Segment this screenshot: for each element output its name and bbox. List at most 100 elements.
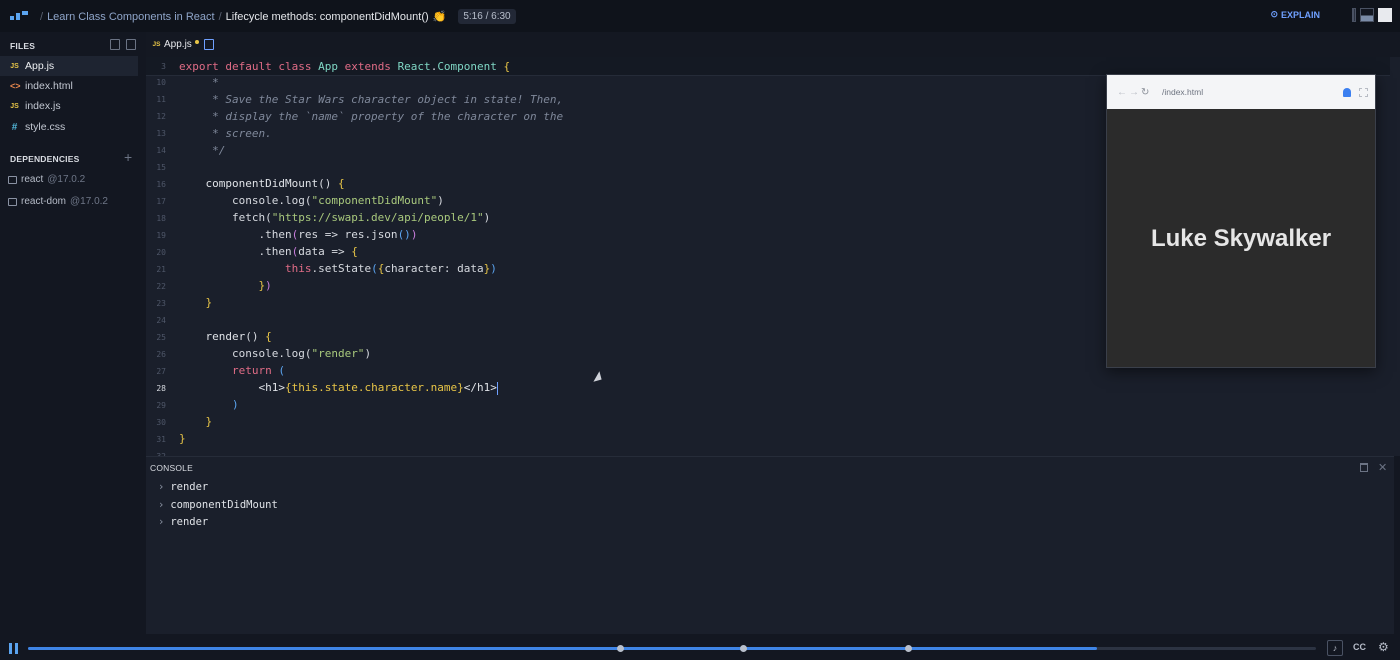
console-log-text: componentDidMount (170, 499, 278, 511)
line-number: 10 (156, 78, 166, 87)
preview-browser-bar: ← → ↻ /index.html (1107, 75, 1375, 109)
line-number: 20 (156, 248, 166, 257)
fullscreen-layout-toggle-icon[interactable] (1378, 8, 1392, 22)
file-sidebar: FILES JS App.js <> index.html JS index.j… (0, 32, 146, 636)
files-actions (110, 39, 136, 50)
package-icon (8, 197, 17, 206)
dependencies-header: DEPENDENCIES (10, 154, 80, 164)
console-title: CONSOLE (150, 463, 193, 473)
files-header: FILES (10, 41, 36, 51)
time-badge: 5:16 / 6:30 (458, 9, 516, 24)
line-number: 23 (156, 299, 166, 308)
explain-label: EXPLAIN (1280, 9, 1320, 20)
dependency-name: react-dom (21, 196, 67, 207)
line-number: 17 (156, 197, 166, 206)
file-item-index-html[interactable]: <> index.html (0, 76, 138, 96)
clap-emoji: 👏 (432, 11, 447, 23)
code-line: fetch("https://swapi.dev/api/people/1") (179, 211, 491, 224)
back-arrow-icon[interactable]: ← (1117, 87, 1127, 98)
chapter-marker[interactable] (904, 645, 912, 652)
code-line: * (179, 76, 219, 89)
captions-button[interactable]: CC (1353, 642, 1366, 652)
console-log-entry: › render (158, 481, 208, 493)
trash-icon[interactable] (1360, 463, 1368, 472)
js-file-icon: JS (152, 41, 161, 48)
tab-app-js[interactable]: JS App.js (152, 39, 199, 50)
line-number: 26 (156, 350, 166, 359)
line-number: 14 (156, 146, 166, 155)
line-number: 18 (156, 214, 166, 223)
new-tab-icon[interactable] (204, 39, 214, 50)
dependency-version: @17.0.2 (47, 174, 86, 185)
dependency-item-react-dom[interactable]: react-dom @17.0.2 (8, 196, 108, 207)
console-panel: CONSOLE ✕ › render › componentDidMount › re… (146, 456, 1394, 634)
line-number: 30 (156, 418, 166, 427)
line-number: 22 (156, 282, 166, 291)
console-log-entry: › render (158, 516, 208, 528)
new-file-icon[interactable] (110, 39, 120, 50)
breadcrumb-lesson-title: Lifecycle methods: componentDidMount() (225, 10, 429, 23)
file-label: index.html (25, 80, 73, 92)
preview-url-field[interactable]: /index.html (1154, 82, 1344, 102)
scrimba-logo-icon[interactable] (10, 11, 30, 21)
file-item-style-css[interactable]: # style.css (0, 117, 138, 137)
progress-track[interactable] (28, 645, 1316, 652)
line-number: 11 (156, 95, 166, 104)
code-line: console.log("render") (179, 347, 372, 360)
expand-icon[interactable] (1359, 88, 1368, 97)
dependency-version: @17.0.2 (70, 196, 108, 207)
line-number: 31 (156, 435, 166, 444)
code-line: componentDidMount() { (205, 177, 345, 190)
breadcrumb: / Learn Class Components in React / Life… (40, 9, 516, 24)
code-line: <h1>{this.state.character.name}</h1> (258, 381, 498, 395)
breadcrumb-separator: / (40, 10, 44, 23)
line-number: 24 (156, 316, 166, 325)
forward-arrow-icon[interactable]: → (1129, 87, 1139, 98)
code-line: * Save the Star Wars character object in… (179, 93, 564, 106)
new-folder-icon[interactable] (126, 39, 136, 50)
top-bar: / Learn Class Components in React / Life… (0, 0, 1400, 32)
code-line: render() { (205, 330, 272, 343)
code-line: } (205, 296, 213, 309)
preview-heading: Luke Skywalker (1150, 225, 1332, 252)
line-number: 28 (156, 384, 166, 393)
file-label: style.css (25, 121, 66, 133)
editor-tab-bar: JS App.js (146, 32, 1400, 57)
code-line: return ( (231, 364, 285, 377)
split-layout-toggle-icon[interactable] (1360, 8, 1374, 22)
explain-button[interactable]: ⊙ EXPLAIN (1270, 9, 1320, 20)
code-line: ) (231, 398, 239, 411)
breadcrumb-separator: / (218, 10, 222, 23)
preview-window[interactable]: ← → ↻ /index.html Luke Skywalker (1106, 74, 1376, 368)
code-line: * display the `name` property of the cha… (179, 110, 564, 123)
close-icon[interactable]: ✕ (1378, 461, 1387, 474)
file-item-app-js[interactable]: JS App.js (0, 56, 138, 76)
progress-fill (28, 647, 1098, 650)
code-line: console.log("componentDidMount") (179, 194, 444, 207)
pause-button[interactable] (9, 643, 19, 654)
layout-toggles (1352, 8, 1392, 22)
package-icon (8, 175, 17, 184)
code-line: .then(data => { (179, 245, 358, 258)
chevron-right-icon[interactable]: › (158, 481, 164, 493)
js-file-icon: JS (10, 62, 19, 70)
code-line: * screen. (179, 127, 272, 140)
chapter-marker[interactable] (617, 645, 625, 652)
chapter-marker[interactable] (739, 645, 747, 652)
chevron-right-icon[interactable]: › (158, 516, 164, 528)
add-dependency-icon[interactable]: + (124, 149, 132, 165)
console-log-text: render (170, 516, 209, 528)
volume-icon[interactable]: ♪ (1327, 640, 1343, 656)
code-line: } (179, 432, 186, 445)
video-player-bar: ♪ CC ⚙ (0, 636, 1400, 660)
dependency-item-react[interactable]: react @17.0.2 (8, 174, 85, 185)
notification-bell-icon[interactable] (1343, 88, 1351, 97)
file-item-index-js[interactable]: JS index.js (0, 96, 138, 116)
gear-icon[interactable]: ⚙ (1378, 640, 1389, 654)
line-number: 21 (156, 265, 166, 274)
chevron-right-icon[interactable]: › (158, 499, 164, 511)
tab-label: App.js (164, 39, 192, 50)
breadcrumb-course-link[interactable]: Learn Class Components in React (47, 11, 215, 23)
sidebar-layout-toggle-icon[interactable] (1352, 8, 1356, 22)
reload-icon[interactable]: ↻ (1141, 87, 1149, 98)
